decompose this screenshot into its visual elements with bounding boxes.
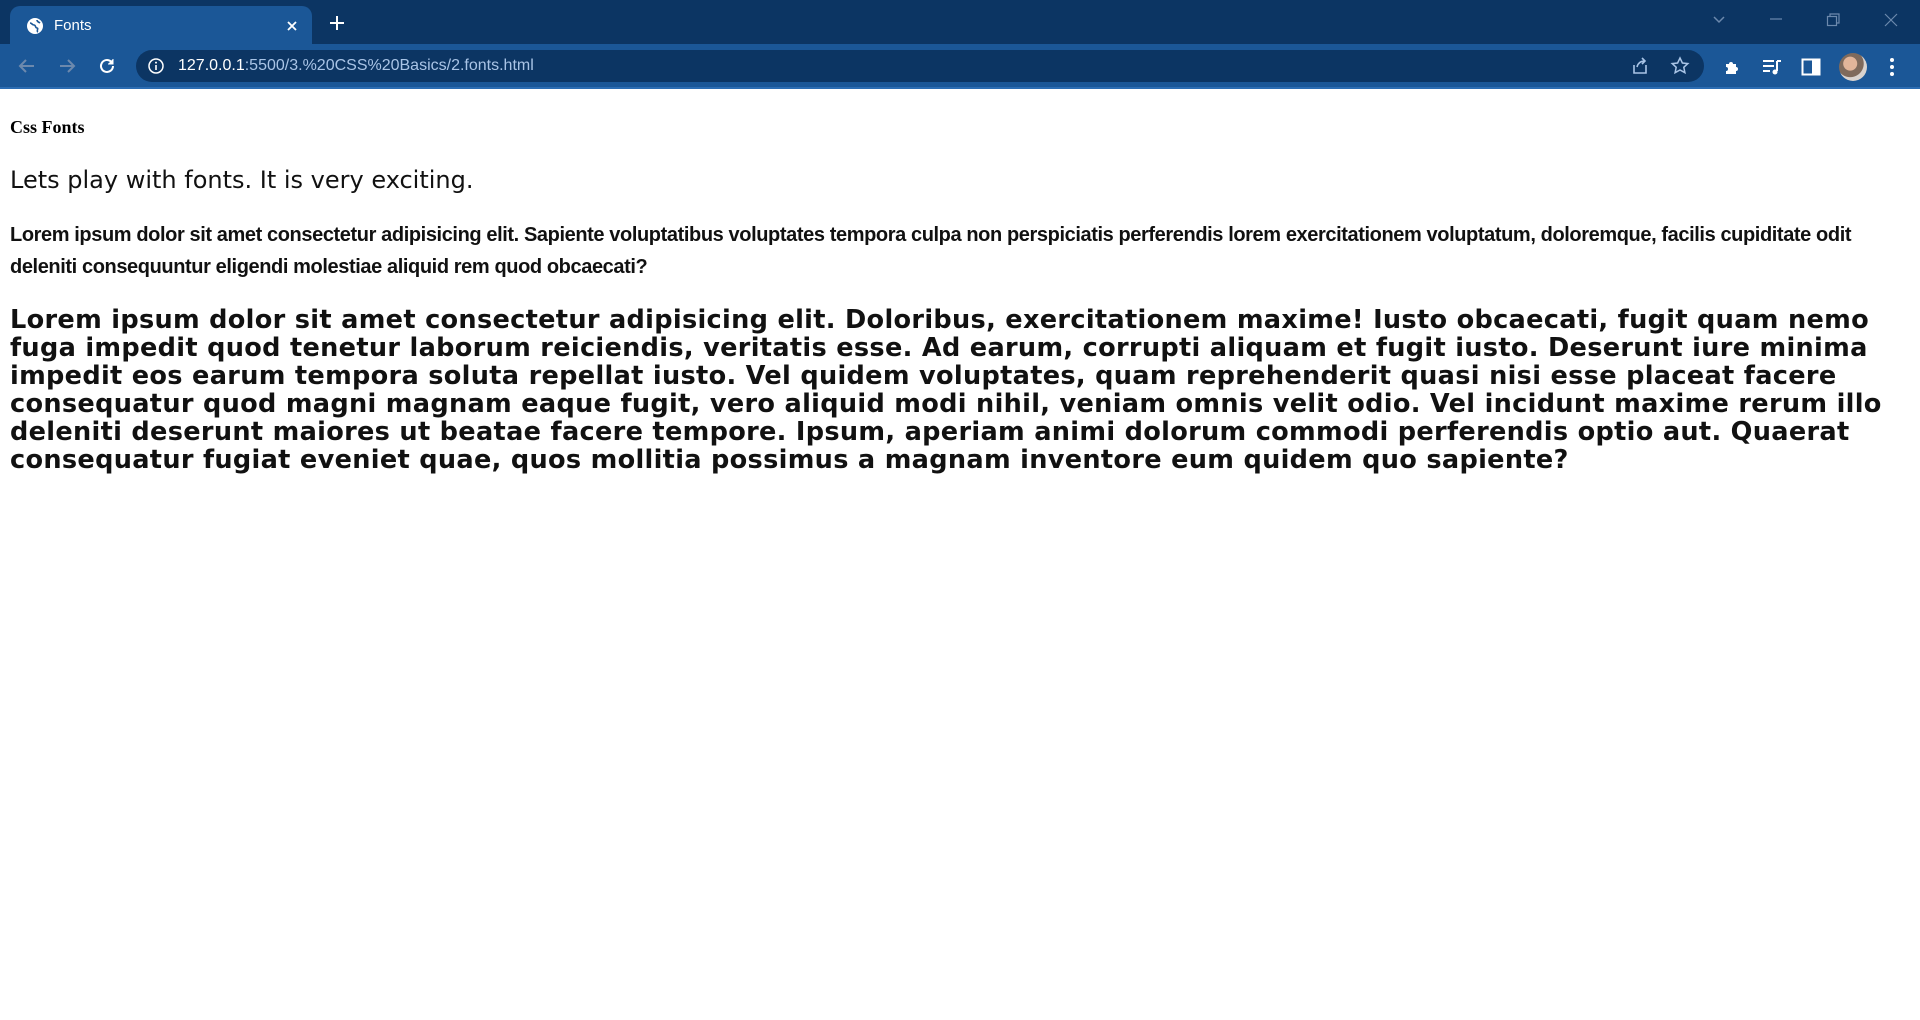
address-bar[interactable]: 127.0.0.1:5500/3.%20CSS%20Basics/2.fonts…: [136, 50, 1704, 82]
globe-icon: [26, 17, 44, 35]
side-panel-icon[interactable]: [1800, 56, 1822, 78]
minimize-icon[interactable]: [1762, 8, 1790, 32]
active-tab[interactable]: Fonts: [10, 6, 312, 44]
reload-icon[interactable]: [93, 52, 121, 80]
close-icon[interactable]: [282, 16, 302, 36]
para2-bold-word: lorem: [1228, 224, 1281, 246]
tab-search-icon[interactable]: [1705, 8, 1733, 32]
page-content: Css Fonts Lets play with fonts. It is ve…: [0, 89, 1920, 1020]
menu-icon[interactable]: [1882, 54, 1902, 80]
site-info-icon[interactable]: [148, 58, 164, 74]
share-icon[interactable]: [1630, 56, 1650, 76]
tab-title: Fonts: [54, 17, 92, 34]
browser-toolbar: 127.0.0.1:5500/3.%20CSS%20Basics/2.fonts…: [0, 44, 1920, 88]
back-arrow-icon[interactable]: [13, 52, 41, 80]
lorem-paragraph-condensed: Lorem ipsum dolor sit amet consectetur a…: [10, 219, 1910, 283]
lorem-paragraph-display: Lorem ipsum dolor sit amet consectetur a…: [10, 305, 1882, 475]
restore-icon[interactable]: [1819, 8, 1847, 32]
page-heading: Css Fonts: [10, 117, 85, 137]
avatar[interactable]: [1839, 53, 1867, 81]
para2-text-start: Lorem ipsum dolor sit amet consectetur a…: [10, 224, 1229, 246]
extensions-icon[interactable]: [1722, 56, 1744, 78]
url-host: 127.0.0.1: [178, 57, 245, 74]
url-path: :5500/3.%20CSS%20Basics/2.fonts.html: [244, 57, 534, 74]
plus-icon[interactable]: [324, 10, 350, 36]
url-text[interactable]: 127.0.0.1:5500/3.%20CSS%20Basics/2.fonts…: [178, 57, 534, 75]
close-icon[interactable]: [1877, 8, 1905, 32]
media-queue-icon[interactable]: [1761, 56, 1783, 78]
forward-arrow-icon[interactable]: [53, 52, 81, 80]
intro-paragraph: Lets play with fonts. It is very excitin…: [10, 166, 474, 194]
bookmark-star-icon[interactable]: [1670, 56, 1690, 76]
tab-strip: Fonts: [0, 0, 1920, 44]
